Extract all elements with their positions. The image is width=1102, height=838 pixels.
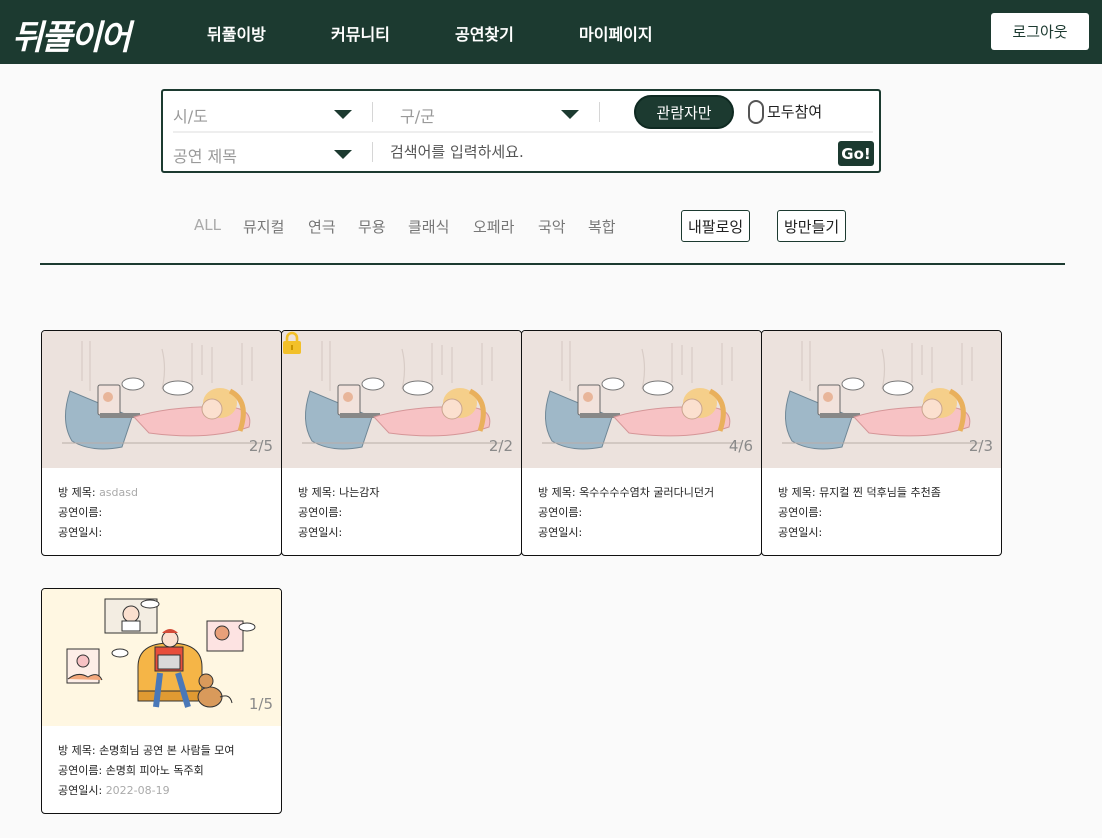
- participant-count: 2/3: [968, 437, 993, 455]
- nav-community[interactable]: 커뮤니티: [331, 21, 390, 45]
- room-title: 손명희님 공연 본 사람들 모여: [99, 744, 235, 757]
- spectators-only-toggle[interactable]: 관람자만: [634, 95, 734, 129]
- logo[interactable]: 뒤풀이어: [12, 10, 131, 59]
- tab-play[interactable]: 연극: [308, 216, 336, 237]
- room-title-label: 방 제목:: [58, 486, 100, 499]
- logout-button[interactable]: 로그아웃: [991, 13, 1089, 50]
- room-title-label: 방 제목:: [538, 486, 580, 499]
- tab-opera[interactable]: 오페라: [473, 216, 514, 237]
- nav-afterparty[interactable]: 뒤풀이방: [207, 21, 266, 45]
- search-panel: 시/도 구/군 관람자만 모두참여 공연 제목 Go!: [161, 89, 881, 173]
- divider: [599, 102, 600, 122]
- room-title: asdasd: [99, 486, 138, 499]
- room-title-label: 방 제목:: [298, 486, 340, 499]
- show-name-label: 공연이름:: [58, 764, 106, 777]
- search-input[interactable]: [390, 140, 830, 164]
- tab-all[interactable]: ALL: [194, 216, 221, 234]
- room-info: 방 제목: asdasd 공연이름: 공연일시:: [58, 483, 138, 543]
- top-navbar: 뒤풀이어 뒤풀이방 커뮤니티 공연찾기 마이페이지 로그아웃: [0, 0, 1102, 64]
- show-name-label: 공연이름:: [58, 506, 103, 519]
- following-button[interactable]: 내팔로잉: [681, 210, 751, 242]
- sido-select[interactable]: 시/도: [173, 103, 208, 127]
- all-participants-label[interactable]: 모두참여: [767, 101, 822, 122]
- show-date-label: 공연일시:: [58, 784, 106, 797]
- room-thumbnail: 4/6: [522, 331, 761, 468]
- room-title: 나는감자: [339, 486, 380, 499]
- show-date-label: 공연일시:: [58, 526, 103, 539]
- room-title: 뮤지컬 찐 덕후님들 추천좀: [819, 486, 941, 499]
- room-card[interactable]: 1/5 방 제목: 손명희님 공연 본 사람들 모여 공연이름: 손명희 피아노…: [41, 588, 282, 814]
- room-thumbnail: 1/5: [42, 589, 281, 726]
- title-select[interactable]: 공연 제목: [173, 143, 237, 167]
- tab-classic[interactable]: 클래식: [408, 216, 449, 237]
- nav-mypage[interactable]: 마이페이지: [579, 21, 653, 45]
- room-card[interactable]: 2/5 방 제목: asdasd 공연이름: 공연일시:: [41, 330, 282, 556]
- chevron-down-icon[interactable]: [334, 150, 352, 159]
- create-room-button[interactable]: 방만들기: [777, 210, 847, 242]
- room-title-label: 방 제목:: [778, 486, 820, 499]
- show-name-label: 공연이름:: [298, 506, 343, 519]
- show-name-label: 공연이름:: [538, 506, 583, 519]
- room-title: 옥수수수수염차 굴러다니던거: [579, 486, 715, 499]
- go-button[interactable]: Go!: [838, 141, 874, 166]
- room-thumbnail: 2/5: [42, 331, 281, 468]
- room-info: 방 제목: 손명희님 공연 본 사람들 모여 공연이름: 손명희 피아노 독주회…: [58, 741, 235, 801]
- show-date: 2022-08-19: [105, 784, 170, 797]
- nav-find-show[interactable]: 공연찾기: [455, 21, 514, 45]
- show-name: 손명희 피아노 독주회: [105, 764, 204, 777]
- room-info: 방 제목: 옥수수수수염차 굴러다니던거 공연이름: 공연일시:: [538, 483, 714, 543]
- tab-gugak[interactable]: 국악: [538, 216, 566, 237]
- tab-musical[interactable]: 뮤지컬: [243, 216, 284, 237]
- participant-count: 4/6: [728, 437, 753, 455]
- divider: [372, 102, 373, 122]
- room-card[interactable]: 2/2 방 제목: 나는감자 공연이름: 공연일시:: [281, 330, 522, 556]
- room-thumbnail: 2/3: [762, 331, 1001, 468]
- divider: [173, 131, 873, 133]
- participant-count: 2/5: [248, 437, 273, 455]
- divider: [372, 142, 373, 162]
- participant-count: 1/5: [248, 695, 273, 713]
- show-date-label: 공연일시:: [778, 526, 823, 539]
- chevron-down-icon[interactable]: [334, 110, 352, 119]
- room-title-label: 방 제목:: [58, 744, 100, 757]
- room-card[interactable]: 4/6 방 제목: 옥수수수수염차 굴러다니던거 공연이름: 공연일시:: [521, 330, 762, 556]
- participant-count: 2/2: [488, 437, 513, 455]
- room-info: 방 제목: 뮤지컬 찐 덕후님들 추천좀 공연이름: 공연일시:: [778, 483, 941, 543]
- section-divider: [40, 263, 1065, 265]
- gugun-select[interactable]: 구/군: [400, 103, 435, 127]
- show-date-label: 공연일시:: [298, 526, 343, 539]
- tab-mixed[interactable]: 복합: [588, 216, 616, 237]
- show-date-label: 공연일시:: [538, 526, 583, 539]
- lock-icon: [283, 331, 301, 354]
- room-info: 방 제목: 나는감자 공연이름: 공연일시:: [298, 483, 380, 543]
- show-name-label: 공연이름:: [778, 506, 823, 519]
- room-thumbnail: 2/2: [282, 331, 521, 468]
- tab-dance[interactable]: 무용: [358, 216, 386, 237]
- radio-ring-icon[interactable]: [748, 100, 764, 124]
- room-card[interactable]: 2/3 방 제목: 뮤지컬 찐 덕후님들 추천좀 공연이름: 공연일시:: [761, 330, 1002, 556]
- chevron-down-icon[interactable]: [561, 110, 579, 119]
